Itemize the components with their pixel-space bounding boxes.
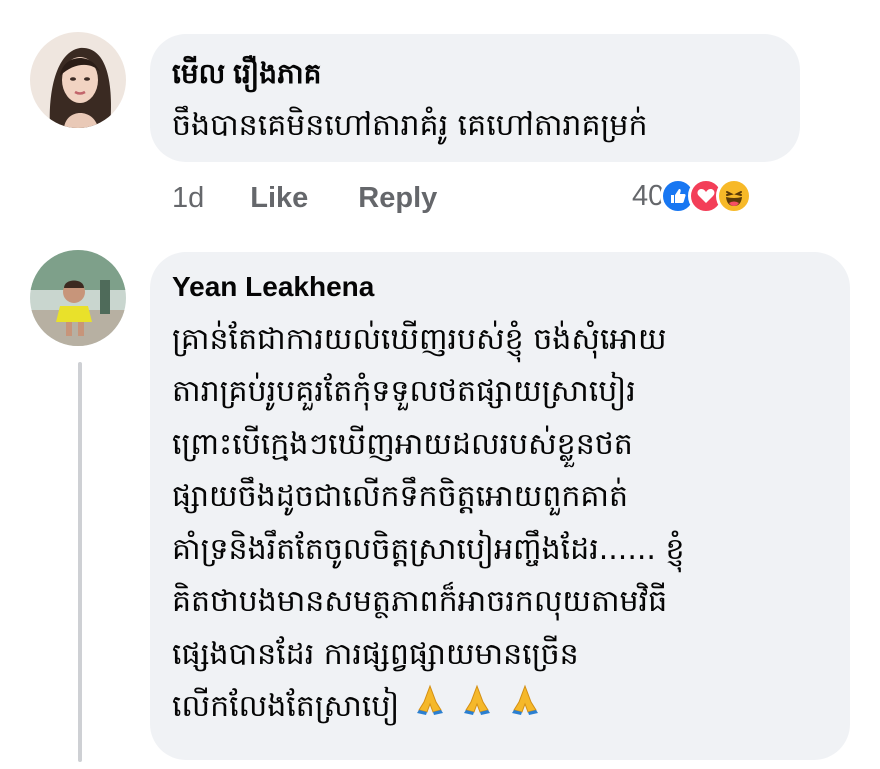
folded-hands-icon bbox=[460, 681, 494, 734]
comment-actions: 1d Like Reply bbox=[172, 176, 437, 220]
comment-text-line: គាំទ្រនិងរឹតតែចូលចិត្តស្រាបៀអញ្ចឹងដែរ...… bbox=[172, 532, 685, 567]
reaction-summary[interactable]: 40 bbox=[632, 174, 753, 218]
comment-text-line: គិតថាបងមានសមត្ថភាពក៏អាចរកលុយតាមវិធី bbox=[172, 584, 668, 619]
profile-photo-icon bbox=[30, 32, 126, 128]
comment-text-line: តារាគ្រប់រូបគួរតែកុំទទួលថតផ្សាយស្រាបៀរ bbox=[172, 374, 636, 409]
comment-timestamp[interactable]: 1d bbox=[172, 182, 204, 215]
comment-text-line: ផ្សេងបានដែរ ការផ្សព្វផ្សាយមានច្រើន bbox=[172, 637, 579, 672]
comment-last-line: លើកលែងតែស្រាបៀ bbox=[172, 681, 542, 734]
like-button[interactable]: Like bbox=[250, 182, 308, 215]
avatar[interactable] bbox=[30, 250, 126, 346]
reply-thread-line bbox=[78, 362, 82, 762]
avatar[interactable] bbox=[30, 32, 126, 128]
comment-author[interactable]: មើល រឿងភាគ bbox=[172, 56, 321, 97]
haha-icon bbox=[716, 178, 753, 214]
comment-author[interactable]: Yean Leakhena bbox=[172, 271, 374, 303]
comment-text: ចឹងបានគេមិនហៅតារាគំរូ គេហៅតារាគម្រក់ bbox=[172, 108, 648, 143]
comment-text-line: ព្រោះបើក្មេងៗឃើញអាយដលរបស់ខ្លួនថត bbox=[172, 427, 633, 462]
reply-button[interactable]: Reply bbox=[358, 182, 437, 215]
folded-hands-icon bbox=[508, 681, 542, 734]
profile-photo-icon bbox=[30, 250, 126, 346]
comment-text-line: លើកលែងតែស្រាបៀ bbox=[172, 689, 400, 724]
comment-text-line: គ្រាន់តែជាការយល់ឃើញរបស់ខ្ញុំ ចង់សុំអោយ bbox=[172, 322, 667, 357]
comment-text-line: ផ្សាយចឹងដូចជាលើកទឹកចិត្តអោយពួកគាត់ bbox=[172, 479, 629, 514]
folded-hands-icon bbox=[413, 681, 447, 734]
